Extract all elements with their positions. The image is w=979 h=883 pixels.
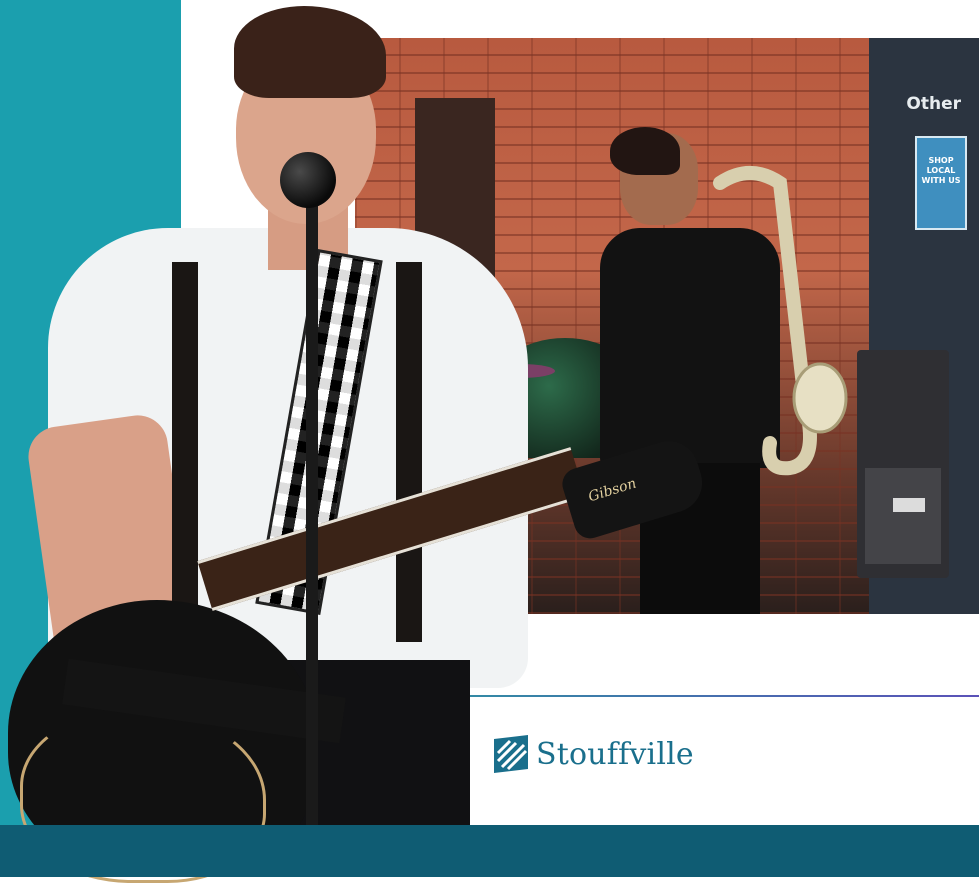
stouffville-leaf-logo-icon [494,735,528,773]
right-suspender [396,262,422,642]
amplifier [857,350,949,578]
amp-logo [893,498,925,512]
saxophonist-hair [610,127,680,175]
saxophonist [600,127,848,614]
mic-stand [306,180,318,877]
shop-local-poster: SHOP LOCAL WITH US [915,136,967,230]
saxophone-icon [713,166,848,476]
singer-hair [234,6,386,98]
amp-grill [865,468,941,564]
bottom-bar [0,825,979,877]
guitar-logo: Gibson [586,475,639,506]
microphone-icon [280,152,336,208]
brand-name: Stouffville [536,736,694,772]
stouffville-brand[interactable]: Stouffville [494,735,694,773]
shop-sign: Other [906,94,961,114]
